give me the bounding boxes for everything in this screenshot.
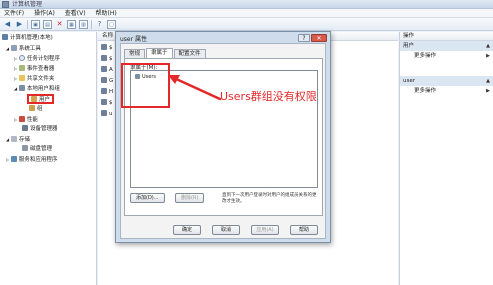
user-icon [101,44,107,50]
device-icon [22,125,28,131]
annotation-text: Users群组没有权限 [220,90,317,103]
list-item[interactable]: $ [101,98,113,108]
back-icon[interactable]: ◀ [3,20,12,29]
collapse-icon[interactable]: ▲ [486,76,490,86]
add-button[interactable]: 添加(D)... [130,193,165,203]
menu-action[interactable]: 操作(A) [34,10,55,17]
toolbar: ◀ ▶ ▣ ▤ ✕ ▦ ▥ ? ▢ [0,18,493,31]
cancel-button[interactable]: 取消 [212,225,240,235]
tree-item-performance[interactable]: ▷ 性能 [14,115,38,124]
console-icon[interactable]: ▢ [107,19,116,29]
actions-section-user[interactable]: user ▲ [400,76,493,86]
list-item[interactable]: $ [101,43,113,53]
annotation-arrow-icon [168,75,222,101]
collapsed-arrow-icon: ▷ [14,56,18,61]
change-note: 直到下一次用户登录时对用户的组成员关系的更改才生效。 [222,193,317,204]
apply-button[interactable]: 应用(A) [251,225,279,235]
tree-item-users[interactable]: 用户 [27,94,55,104]
forward-icon[interactable]: ▶ [15,20,24,29]
submenu-arrow-icon: ▶ [486,88,490,94]
help-button[interactable]: ? [298,34,310,42]
list-item[interactable]: H [101,87,113,97]
clock-icon [18,55,25,61]
close-button[interactable]: ✕ [311,34,327,42]
window-titlebar: 计算机管理 [0,0,493,9]
menu-file[interactable]: 文件(F) [4,10,24,17]
window-title: 计算机管理 [12,1,43,8]
export-icon[interactable]: ▥ [79,19,88,29]
user-icon [101,99,107,105]
toolbar-divider [91,19,92,29]
list-item[interactable]: A [101,65,113,75]
tab-strip: 常规 隶属于 配置文件 [124,48,207,58]
computer-icon [2,34,8,40]
actions-section-users[interactable]: 用户 ▲ [400,41,493,51]
up-folder-icon[interactable]: ▣ [31,19,40,29]
disk-icon [22,145,28,151]
expanded-arrow-icon: ◢ [6,137,10,142]
tree-item-local-users-groups[interactable]: ◢ 本地用户和组 [14,84,60,93]
remove-button[interactable]: 删除(R) [175,193,205,203]
collapsed-arrow-icon: ▷ [14,117,18,122]
actions-header: 操作 [400,32,493,41]
tab-profile[interactable]: 配置文件 [173,49,206,58]
tree-root[interactable]: 计算机管理(本地) [2,34,53,43]
tree-item-system-tools[interactable]: ◢ 系统工具 [6,44,41,53]
collapsed-arrow-icon: ▷ [14,76,18,81]
user-icon [101,66,107,72]
dialog-title: user 属性 [120,36,147,43]
users-icon [18,85,25,91]
user-icon [101,88,107,94]
list-item[interactable]: u [101,109,113,119]
tab-member-of[interactable]: 隶属于 [146,48,173,58]
help-icon[interactable]: ? [95,20,104,29]
menu-bar: 文件(F) 操作(A) 查看(V) 帮助(H) [0,9,493,18]
tree-item-task-scheduler[interactable]: ▷ 任务计划程序 [14,54,60,63]
console-tree: 计算机管理(本地) ◢ 系统工具 ▷ 任务计划程序 ▷ 事件查看器 ▷ 共享文件… [0,32,97,285]
log-icon [18,65,25,71]
tab-general[interactable]: 常规 [124,49,146,58]
list-item[interactable]: G [101,76,113,86]
tree-item-services-apps[interactable]: ▷ 服务和应用程序 [6,155,57,164]
submenu-arrow-icon: ▶ [486,53,490,59]
user-icon [101,77,107,83]
highlight-box [121,63,170,108]
toolbar-divider [27,19,28,29]
menu-view[interactable]: 查看(V) [65,10,86,17]
more-actions-users[interactable]: 更多操作 ▶ [400,51,493,61]
collapsed-arrow-icon: ▷ [6,157,10,162]
properties-icon[interactable]: ▦ [67,19,76,29]
delete-icon[interactable]: ✕ [55,20,64,29]
tree-item-groups[interactable]: 组 [29,105,43,114]
tree-item-event-viewer[interactable]: ▷ 事件查看器 [14,64,54,73]
tree-item-storage[interactable]: ◢ 存储 [6,135,30,144]
tree-item-disk-management[interactable]: 磁盘管理 [22,145,52,154]
more-actions-user[interactable]: 更多操作 ▶ [400,86,493,96]
computer-management-icon [2,1,9,8]
list-item[interactable]: $ [101,54,113,64]
show-tree-icon[interactable]: ▤ [43,19,52,29]
collapse-icon[interactable]: ▲ [486,41,490,51]
help-text-button[interactable]: 帮助 [290,225,318,235]
user-icon [101,55,107,61]
tools-icon [10,45,17,51]
services-icon [10,156,17,162]
perf-icon [18,116,25,122]
user-folder-icon [31,96,37,102]
expanded-arrow-icon: ◢ [14,86,18,91]
user-icon [101,110,107,116]
tree-item-device-manager[interactable]: 设备管理器 [22,125,58,134]
menu-help[interactable]: 帮助(H) [96,10,117,17]
storage-icon [10,136,17,142]
actions-pane: 操作 用户 ▲ 更多操作 ▶ user ▲ 更多操作 ▶ [399,32,493,285]
folder-icon [18,75,25,81]
ok-button[interactable]: 确定 [173,225,201,235]
expanded-arrow-icon: ◢ [6,46,10,51]
group-folder-icon [29,105,35,111]
collapsed-arrow-icon: ▷ [14,66,18,71]
tree-item-shared-folders[interactable]: ▷ 共享文件夹 [14,74,54,83]
